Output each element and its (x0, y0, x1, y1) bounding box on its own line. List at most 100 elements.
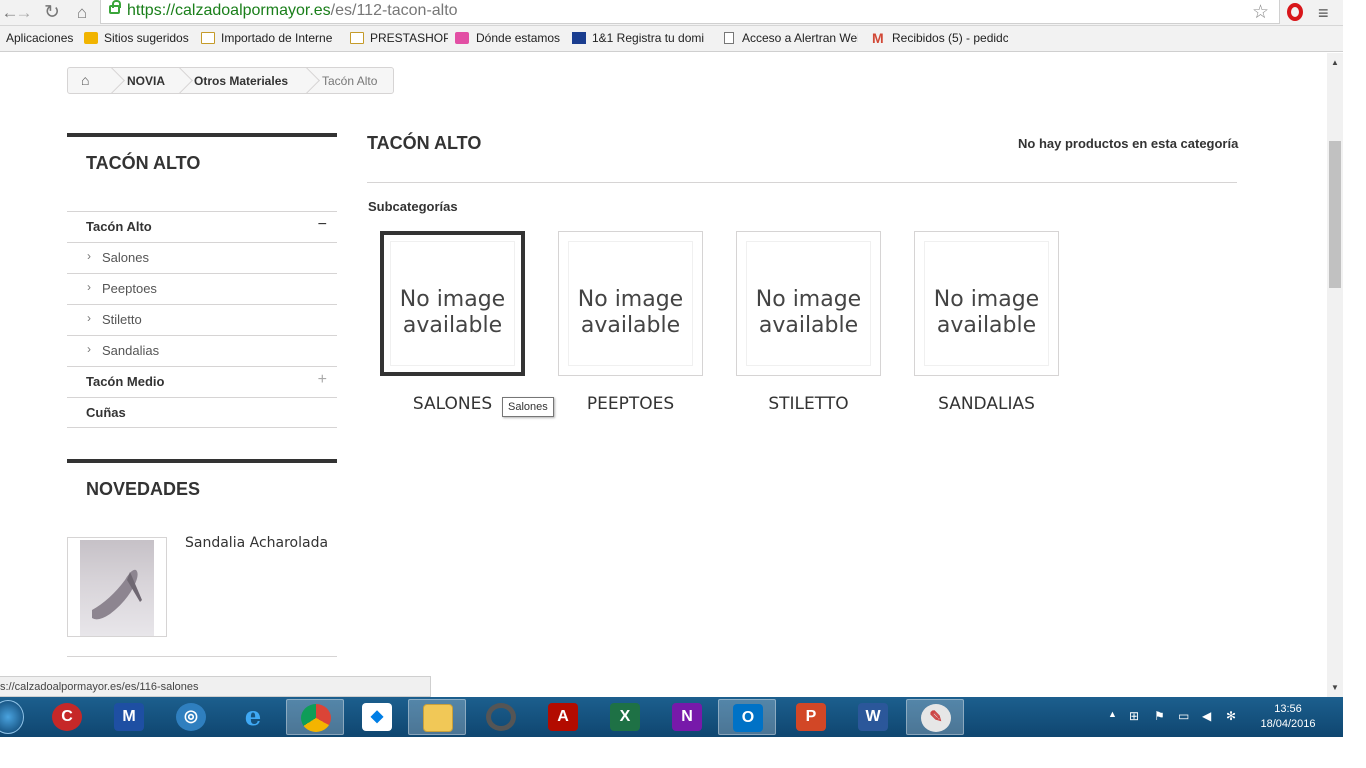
ccleaner-icon: C (52, 703, 82, 731)
windows-flag-icon[interactable]: ⊞ (1129, 709, 1139, 723)
chrome-icon (301, 704, 331, 732)
taskbar-app-ccleaner[interactable]: C (38, 699, 96, 735)
tree-item-salones[interactable]: › Salones (67, 242, 337, 273)
bookmark-star-icon[interactable]: ☆ (1252, 1, 1269, 24)
status-url: s://calzadoalpormayor.es/es/116-salones (0, 676, 431, 697)
taskbar-app-word[interactable]: W (844, 699, 902, 735)
lock-icon (109, 0, 121, 14)
breadcrumb: ⌂ NOVIA Otros Materiales Tacón Alto (67, 67, 394, 94)
menu-icon[interactable]: ≡ (1318, 3, 1329, 24)
action-center-icon[interactable]: ⚑ (1154, 709, 1165, 723)
subcategory-name[interactable]: SANDALIAS (914, 394, 1059, 414)
network-icon[interactable]: ▭ (1178, 709, 1189, 723)
taskbar-app-paint[interactable]: ✎ (906, 699, 964, 735)
tree-item-sandalias[interactable]: › Sandalias (67, 335, 337, 366)
outlook-icon: O (733, 704, 763, 732)
taskbar-app-ie[interactable]: e (224, 699, 282, 735)
tree-item-tacon-medio[interactable]: Tacón Medio + (67, 366, 337, 397)
subcategory-name[interactable]: PEEPTOES (558, 394, 703, 414)
taskbar-app-onenote[interactable]: N (658, 699, 716, 735)
browser-toolbar: ← → ↻ ⌂ https://calzadoalpormayor.es/es/… (0, 0, 1343, 26)
tree-item-peeptoes[interactable]: › Peeptoes (67, 273, 337, 304)
bookmark-imported[interactable]: Importado de Interne (221, 31, 337, 45)
home-icon[interactable]: ⌂ (81, 72, 89, 88)
volume-muted-icon[interactable]: ◀ (1202, 709, 1211, 723)
url-host: https://calzadoalpormayor.es (127, 2, 331, 19)
tree-item-cunas[interactable]: Cuñas (67, 397, 337, 428)
tree-item-stiletto[interactable]: › Stiletto (67, 304, 337, 335)
taskbar-app-security[interactable]: ◎ (162, 699, 220, 735)
subcategory-image[interactable]: No image available (914, 231, 1059, 376)
bookmark-inbox[interactable]: Recibidos (5) - pedidc (892, 31, 1008, 45)
tree-item-label: Tacón Alto (86, 219, 152, 234)
taskbar-app-outlook[interactable]: O (718, 699, 776, 735)
address-bar[interactable]: https://calzadoalpormayor.es/es/112-taco… (100, 0, 1280, 24)
subcategory-image[interactable]: No image available (380, 231, 525, 376)
taskbar-app-camtasia[interactable] (472, 699, 530, 735)
excel-icon: X (610, 703, 640, 731)
vertical-scrollbar[interactable]: ▲ ▼ (1327, 53, 1343, 697)
collapse-icon[interactable]: − (318, 216, 327, 234)
taskbar-app-chrome[interactable] (286, 699, 344, 735)
page-content: ⌂ NOVIA Otros Materiales Tacón Alto TACÓ… (0, 53, 1327, 697)
divider (67, 656, 337, 657)
tree-item-label: Salones (102, 250, 149, 265)
taskbar-app-malwarebytes[interactable]: M (100, 699, 158, 735)
chevron-right-icon: › (87, 342, 91, 356)
acrobat-icon: A (548, 703, 578, 731)
taskbar-app-explorer[interactable] (408, 699, 466, 735)
new-products-title: NOVEDADES (86, 479, 201, 499)
scrollbar-thumb[interactable] (1329, 141, 1341, 288)
heading-counter: No hay productos en esta categoría (1018, 136, 1239, 151)
show-hidden-icons[interactable]: ▲ (1108, 709, 1117, 719)
taskbar-app-acrobat[interactable]: A (534, 699, 592, 735)
scroll-up-icon[interactable]: ▲ (1331, 58, 1339, 67)
bookmark-prestashop[interactable]: PRESTASHOP (370, 31, 448, 45)
scroll-down-icon[interactable]: ▼ (1331, 683, 1339, 692)
block-divider (67, 133, 337, 137)
ionos-icon (572, 32, 586, 44)
subcategories-title: Subcategorías (368, 199, 458, 214)
bookmark-alertran[interactable]: Acceso a Alertran Wel (742, 31, 858, 45)
forward-icon[interactable]: → (14, 3, 34, 23)
chevron-right-icon: › (87, 249, 91, 263)
bookmark-apps[interactable]: Aplicaciones (6, 31, 76, 45)
product-thumbnail[interactable] (67, 537, 167, 637)
home-icon[interactable]: ⌂ (72, 3, 92, 23)
bookmark-location[interactable]: Dónde estamos (476, 31, 566, 45)
subcategory-image[interactable]: No image available (736, 231, 881, 376)
sync-icon[interactable]: ✻ (1226, 709, 1236, 723)
start-button[interactable] (0, 700, 24, 734)
clock-date: 18/04/2016 (1260, 718, 1316, 730)
camtasia-icon (486, 703, 516, 731)
chevron-right-icon: › (87, 311, 91, 325)
word-icon: W (858, 703, 888, 731)
screen-bottom (0, 737, 1366, 768)
folder-icon (350, 32, 364, 44)
new-product-name[interactable]: Sandalia Acharolada (185, 535, 328, 551)
opera-icon[interactable] (1287, 3, 1303, 21)
reload-icon[interactable]: ↻ (42, 3, 62, 23)
subcategory-image[interactable]: No image available (558, 231, 703, 376)
expand-icon[interactable]: + (318, 371, 327, 389)
bookmark-suggested[interactable]: Sitios sugeridos (104, 31, 199, 45)
no-image-placeholder: No image available (390, 241, 515, 366)
tooltip: Salones (502, 397, 554, 417)
breadcrumb-current: Tacón Alto (322, 74, 378, 88)
breadcrumb-novia[interactable]: NOVIA (127, 74, 165, 88)
subcategory-name[interactable]: STILETTO (736, 394, 881, 414)
tree-item-label: Peeptoes (102, 281, 157, 296)
taskbar-app-powerpoint[interactable]: P (782, 699, 840, 735)
taskbar-app-excel[interactable]: X (596, 699, 654, 735)
security-icon: ◎ (176, 703, 206, 731)
clock[interactable]: 13:56 18/04/2016 (1258, 702, 1318, 732)
bookmark-ionos[interactable]: 1&1 Registra tu domi (592, 31, 710, 45)
sidebar-block-title: TACÓN ALTO (86, 153, 201, 173)
sandal-image (80, 540, 154, 636)
onenote-icon: N (672, 703, 702, 731)
bookmarks-bar: Aplicaciones Sitios sugeridos Importado … (0, 26, 1343, 52)
taskbar-app-dropbox[interactable]: ◆ (348, 699, 406, 735)
tree-item-tacon-alto[interactable]: Tacón Alto − (67, 211, 337, 242)
malwarebytes-icon: M (114, 703, 144, 731)
breadcrumb-otros-materiales[interactable]: Otros Materiales (194, 74, 288, 88)
